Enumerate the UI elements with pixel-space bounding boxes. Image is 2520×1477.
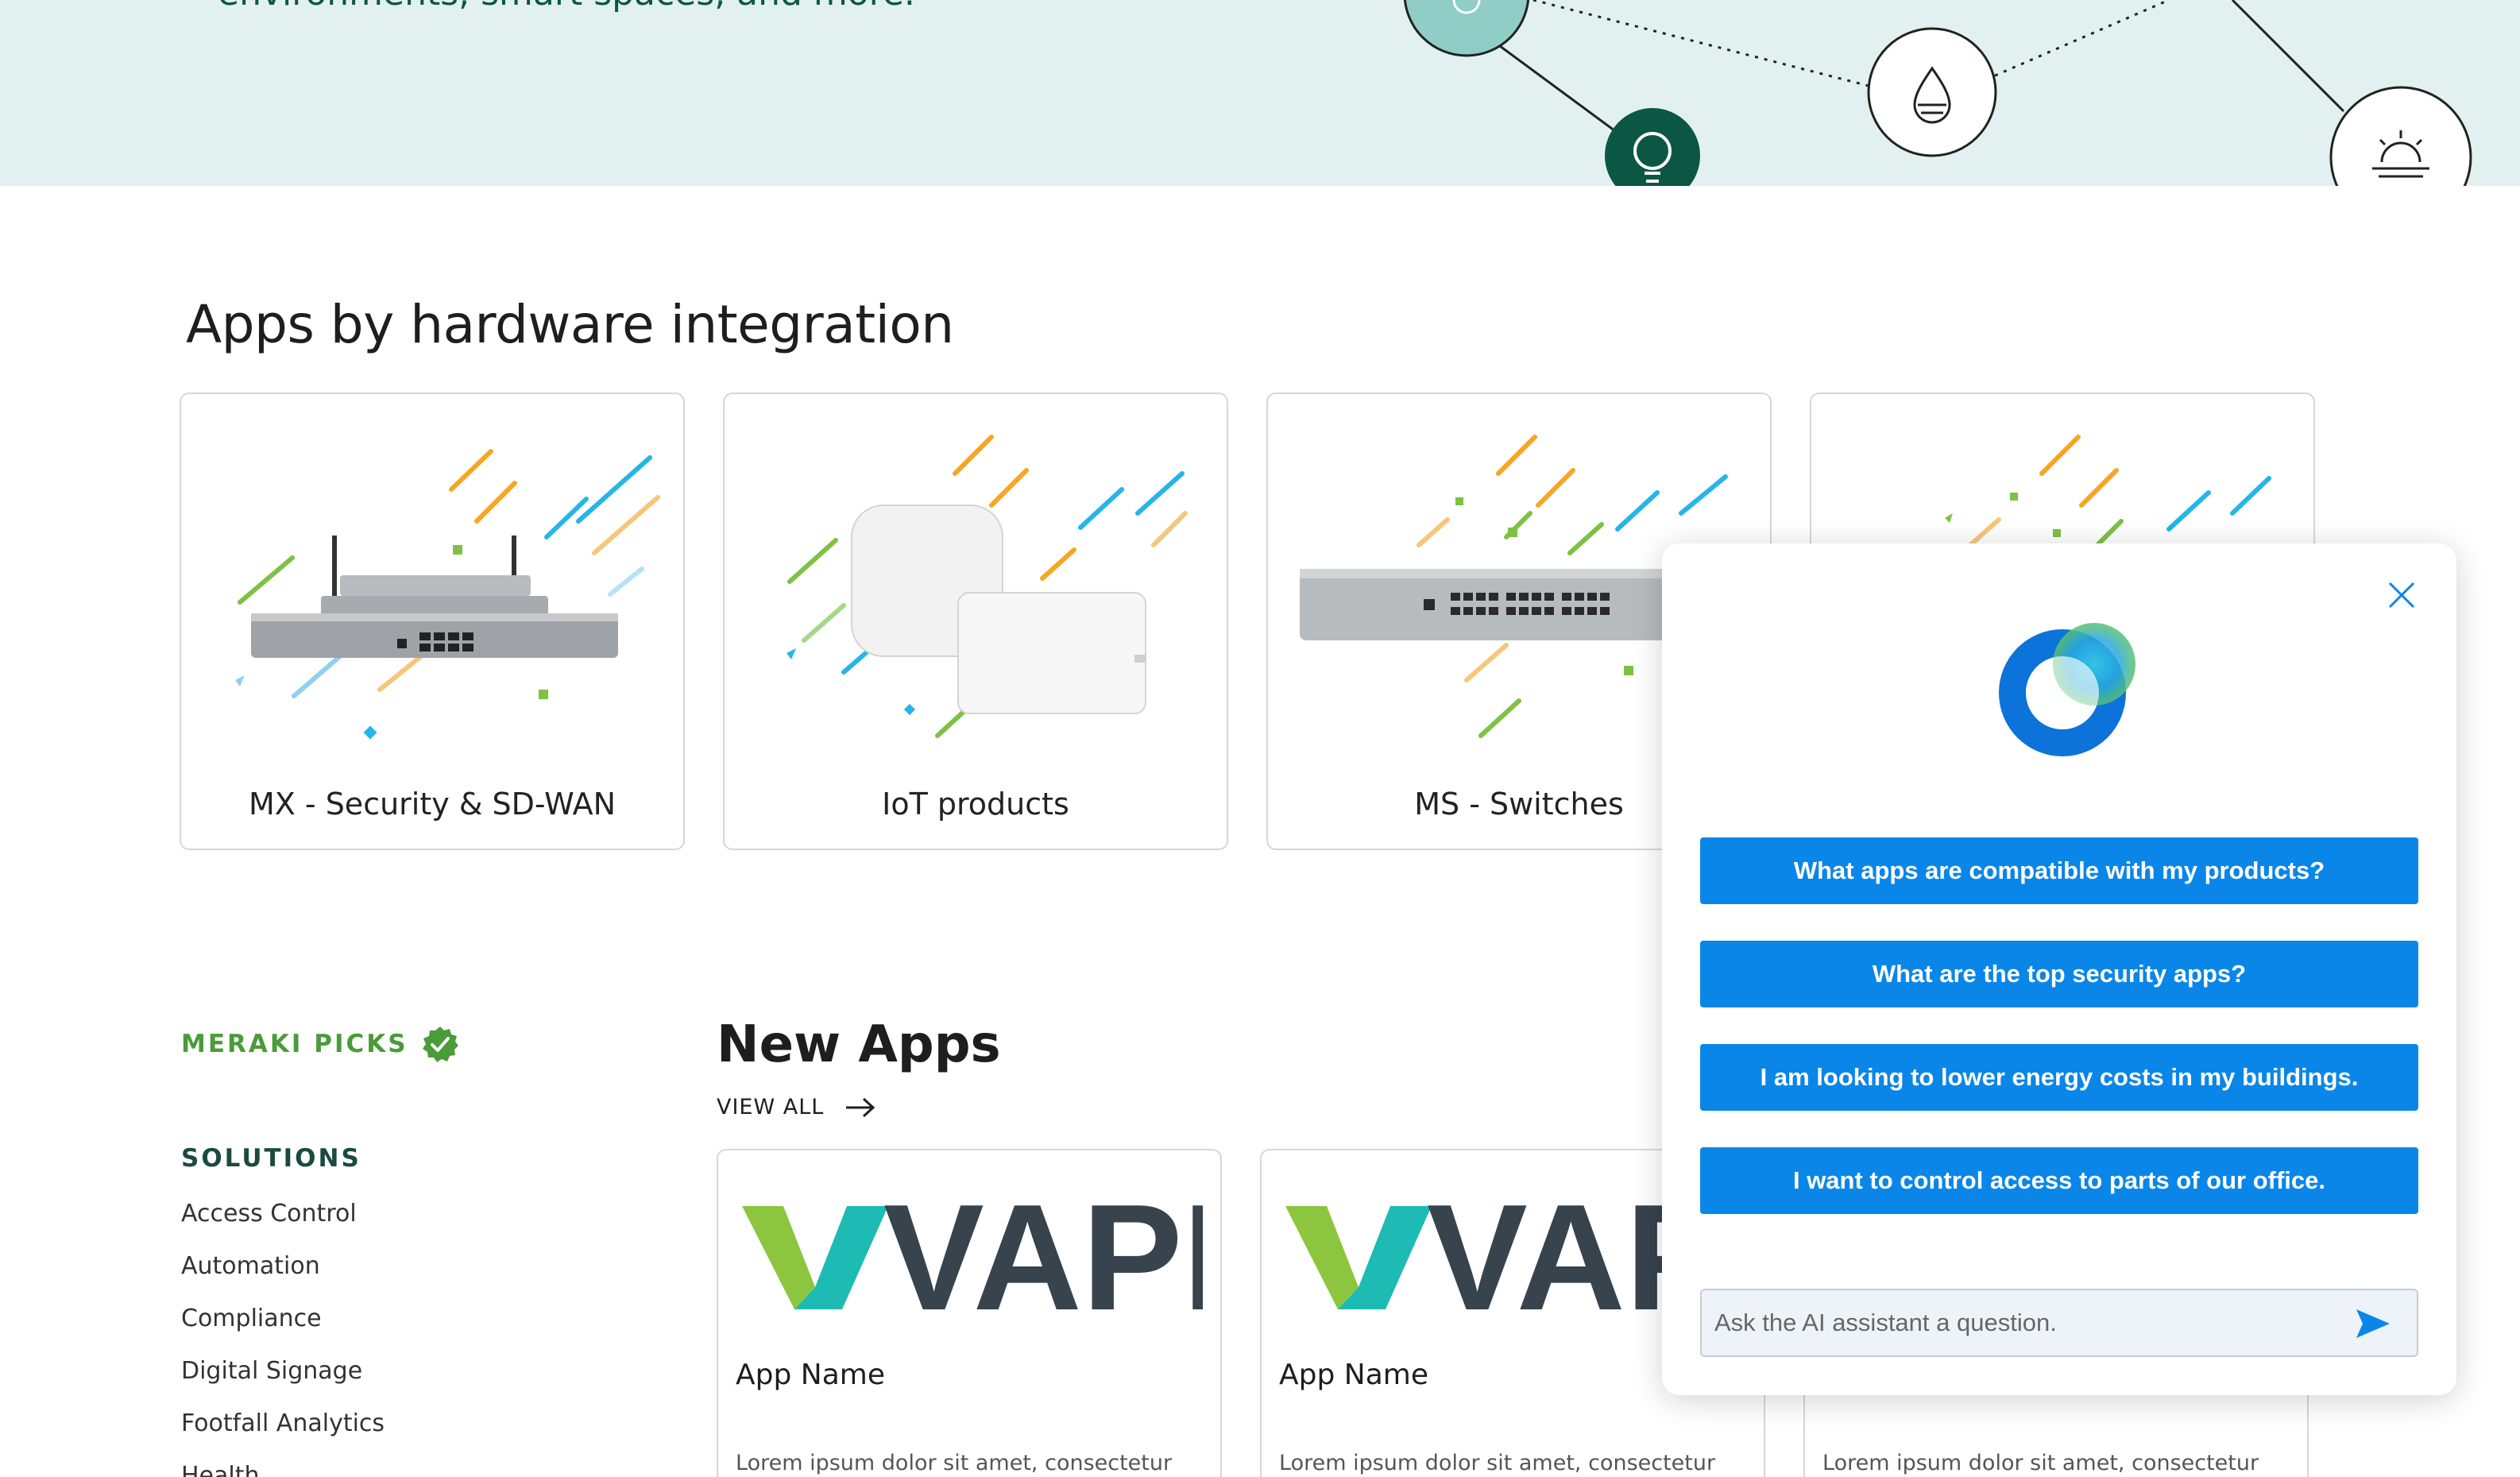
partial-node-icon: [1403, 0, 1530, 57]
verified-badge-icon: [422, 1027, 458, 1062]
hero-network-graphic: [1403, 0, 2472, 186]
vapp-logo-text: VAPP: [883, 1198, 1203, 1317]
solution-link-access-control[interactable]: Access Control: [181, 1198, 385, 1251]
mx-appliance-image: [235, 449, 660, 740]
app-name: App Name: [1279, 1359, 1428, 1391]
new-apps-title: New Apps: [717, 1015, 1001, 1074]
meraki-picks-label: MERAKI PICKS: [181, 1030, 408, 1058]
solution-link-compliance[interactable]: Compliance: [181, 1303, 385, 1355]
lightbulb-icon: [1605, 108, 1700, 186]
iot-devices-image: [787, 435, 1188, 738]
solution-link-health[interactable]: Health: [181, 1460, 385, 1477]
solutions-heading: SOLUTIONS: [181, 1144, 361, 1173]
ai-assistant-logo: [1999, 623, 2135, 756]
hardware-card-mx[interactable]: MX - Security & SD-WAN: [180, 392, 685, 850]
app-description: Lorem ipsum dolor sit amet, consectetur: [1279, 1451, 1716, 1475]
app-description: Lorem ipsum dolor sit amet, consectetur: [1822, 1451, 2259, 1475]
meraki-picks-link[interactable]: MERAKI PICKS: [181, 1025, 459, 1063]
app-card[interactable]: VAPP App Name Lorem ipsum dolor sit amet…: [717, 1149, 1222, 1477]
chat-input-container: [1700, 1289, 2418, 1357]
suggestion-button[interactable]: I am looking to lower energy costs in my…: [1700, 1044, 2418, 1111]
view-all-link[interactable]: VIEW ALL: [717, 1095, 876, 1119]
hero-banner: environments, smart spaces, and more.: [0, 0, 2520, 186]
vapp-logo: VAPP: [742, 1198, 1203, 1317]
send-icon[interactable]: [2353, 1305, 2393, 1343]
suggestion-button[interactable]: I want to control access to parts of our…: [1700, 1147, 2418, 1214]
droplet-icon: [1867, 27, 1997, 157]
ai-assistant-panel: What apps are compatible with my product…: [1662, 543, 2456, 1395]
hardware-section-title: Apps by hardware integration: [186, 294, 954, 355]
app-name: App Name: [736, 1359, 885, 1391]
solutions-list: Access Control Automation Compliance Dig…: [181, 1198, 385, 1477]
solution-link-digital-signage[interactable]: Digital Signage: [181, 1355, 385, 1408]
arrow-right-icon: [846, 1097, 875, 1117]
view-all-label: VIEW ALL: [717, 1095, 825, 1119]
suggestion-button[interactable]: What apps are compatible with my product…: [1700, 837, 2418, 904]
close-icon[interactable]: [2382, 575, 2421, 615]
hardware-card-iot[interactable]: IoT products: [723, 392, 1228, 850]
app-description: Lorem ipsum dolor sit amet, consectetur: [736, 1451, 1173, 1475]
suggestion-button[interactable]: What are the top security apps?: [1700, 941, 2418, 1007]
hardware-card-label: MX - Security & SD-WAN: [249, 787, 616, 822]
sunrise-icon: [2329, 86, 2472, 186]
solution-link-footfall-analytics[interactable]: Footfall Analytics: [181, 1408, 385, 1460]
solution-link-automation[interactable]: Automation: [181, 1251, 385, 1303]
chat-question-input[interactable]: [1714, 1290, 2342, 1355]
hardware-card-label: IoT products: [882, 787, 1069, 822]
